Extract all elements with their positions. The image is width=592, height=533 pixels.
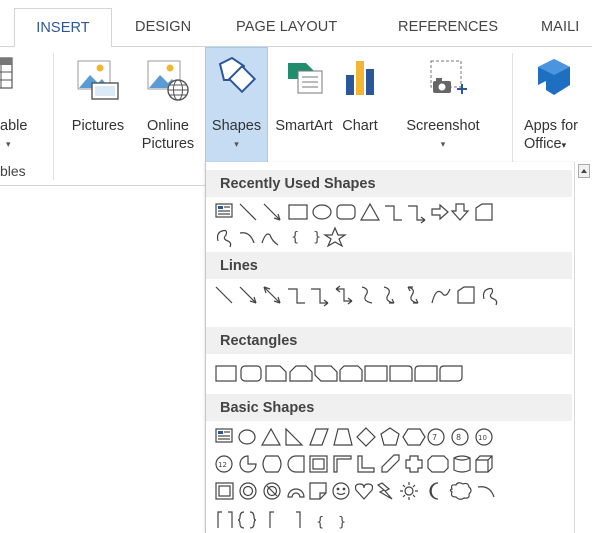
apps-dropdown-arrow: ▾ [561, 140, 567, 150]
tab-references[interactable]: REFERENCES [398, 19, 498, 46]
shape-row-recent-1 [214, 200, 574, 224]
recent-shapes-row1[interactable] [214, 200, 574, 224]
basic-shapes-row3[interactable] [214, 479, 574, 503]
online-pictures-icon [147, 60, 189, 101]
screenshot-dropdown-arrow: ▾ [440, 139, 446, 149]
shape-row-basic-2: 12 [214, 452, 574, 476]
section-header-rectangles: Rectangles [206, 326, 572, 354]
apps-for-office-label-line2: Office▾ [524, 135, 592, 154]
tab-insert[interactable]: INSERT [14, 8, 112, 47]
lines-shapes[interactable] [214, 283, 574, 307]
apps-label-text: Office [524, 136, 562, 152]
smartart-icon [288, 63, 323, 94]
apps-for-office-label-line1: Apps for [524, 118, 578, 134]
smartart-button[interactable]: SmartArt [270, 47, 338, 179]
shape-row-lines [214, 283, 574, 307]
svg-text:}: } [338, 515, 346, 530]
online-pictures-label-line2: Pictures [141, 136, 195, 152]
pictures-label: Pictures [71, 118, 125, 134]
group-separator [53, 53, 54, 180]
svg-text:}: } [313, 230, 321, 245]
basic-shapes-row2[interactable]: 12 [214, 452, 574, 476]
tab-page-layout[interactable]: PAGE LAYOUT [236, 19, 337, 46]
table-icon [0, 57, 13, 89]
scroll-up-arrow-icon[interactable] [578, 164, 590, 178]
pictures-button[interactable]: Pictures [62, 47, 134, 179]
section-header-basic-shapes: Basic Shapes [206, 393, 572, 421]
svg-text:12: 12 [218, 461, 227, 469]
gallery-scrollbar[interactable] [574, 162, 592, 533]
section-header-recently-used: Recently Used Shapes [206, 169, 572, 197]
chart-label: Chart [342, 118, 378, 134]
table-button[interactable]: able ▾ [0, 47, 36, 179]
table-dropdown-arrow: ▾ [6, 139, 11, 149]
apps-for-office-button[interactable]: Apps for Office▾ [520, 47, 592, 179]
shape-row-basic-4: { } [214, 506, 574, 530]
basic-shapes-row1[interactable]: 7 8 10 [214, 425, 574, 449]
shapes-dropdown-arrow: ▾ [234, 139, 239, 149]
smartart-label: SmartArt [275, 118, 333, 134]
group-separator [512, 53, 513, 180]
screenshot-button[interactable]: Screenshot ▾ [383, 47, 503, 179]
ribbon-tab-strip: INSERT DESIGN PAGE LAYOUT REFERENCES MAI… [0, 0, 592, 47]
shapes-label: Shapes [211, 118, 262, 134]
tables-group-label: bles [0, 163, 26, 179]
tab-design[interactable]: DESIGN [135, 19, 191, 46]
screenshot-icon [430, 60, 467, 94]
online-pictures-button[interactable]: Online Pictures [136, 47, 200, 179]
online-pictures-label-line1: Online [147, 118, 189, 134]
shape-row-basic-3 [214, 479, 574, 503]
shapes-gallery-panel: Recently Used Shapes { } Lines Rectangle… [205, 162, 592, 533]
chart-button[interactable]: Chart [338, 47, 382, 179]
shapes-button[interactable]: Shapes ▾ [205, 47, 268, 163]
tab-mailings[interactable]: MAILI [541, 19, 579, 46]
svg-text:7: 7 [432, 433, 437, 442]
svg-text:{: { [316, 515, 324, 530]
screenshot-label: Screenshot [406, 118, 480, 134]
rectangles-shapes[interactable] [214, 362, 574, 386]
shape-row-basic-1: 7 8 10 [214, 425, 574, 449]
shape-row-rectangles [214, 362, 574, 386]
pictures-icon [77, 60, 119, 100]
svg-text:8: 8 [456, 433, 461, 442]
svg-text:{: { [291, 230, 299, 245]
apps-for-office-icon [538, 59, 570, 95]
recent-shapes-row2[interactable]: { } [214, 225, 574, 249]
basic-shapes-row4[interactable]: { } [214, 506, 574, 530]
shapes-icon [218, 56, 257, 94]
svg-text:10: 10 [478, 434, 487, 442]
section-header-lines: Lines [206, 251, 572, 279]
shape-row-recent-2: { } [214, 225, 574, 249]
chart-icon [346, 61, 374, 95]
table-label: able [0, 118, 28, 134]
